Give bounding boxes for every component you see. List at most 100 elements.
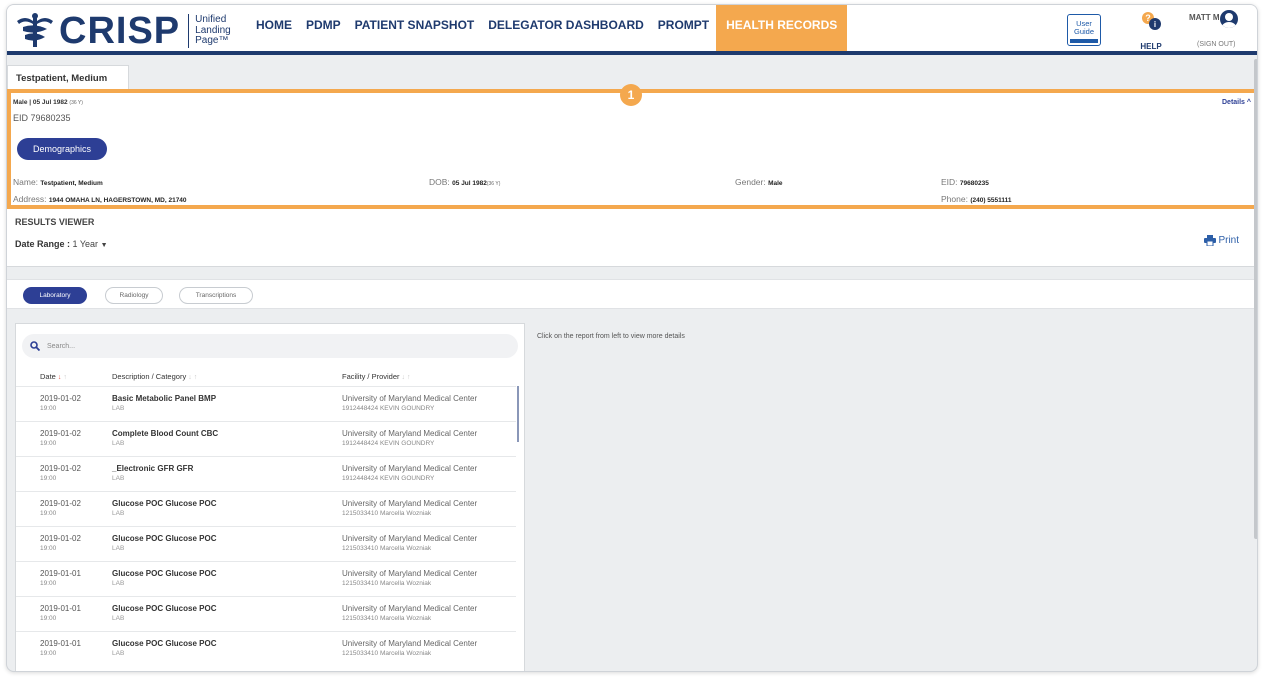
search-placeholder: Search... [47,342,76,350]
list-scrollbar[interactable] [517,386,519,442]
column-description[interactable]: Description / Category ↓ ↑ [112,372,197,381]
nav-pdmp[interactable]: PDMP [299,5,348,51]
help-button[interactable]: ? i HELP [1131,11,1171,51]
date-range-label: Date Range : [15,239,71,249]
row-time: 19:00 [40,545,57,552]
row-provider: 1912448424 KEVIN GOUNDRY [342,440,435,447]
column-description-label: Description / Category [112,372,187,381]
nav-delegator-dashboard[interactable]: DELEGATOR DASHBOARD [481,5,651,51]
results-table-header: Date ↓ ↑ Description / Category ↓ ↑ Facility… [16,369,516,385]
table-row[interactable]: 2019-01-02 19:00 Glucose POC Glucose POC… [16,526,516,561]
tab-radiology[interactable]: Radiology [105,287,163,304]
row-category: LAB [112,580,125,587]
row-provider: 1215033410 Marcella Wozniak [342,580,432,587]
page-scrollbar[interactable] [1254,59,1257,671]
name-label: Name: [13,177,39,187]
row-facility: University of Maryland Medical Center [342,499,478,508]
dob-label: DOB: [429,177,450,187]
logo-text: CRISP [59,10,181,52]
results-list-panel: Search... Date ↓ ↑ Description / Category ↓… [15,323,525,671]
top-navbar: CRISP Unified Landing Page™ HOME PDMP PA… [7,5,1257,55]
gender-label: Gender: [735,177,766,187]
row-date: 2019-01-02 [40,429,81,438]
crisp-logo[interactable]: CRISP Unified Landing Page™ [15,11,235,51]
row-category: LAB [112,405,125,412]
eid-field: EID: 79680235 [941,177,989,187]
caret-down-icon: ▼ [100,242,108,249]
row-time: 19:00 [40,440,57,447]
row-category: LAB [112,615,125,622]
column-facility-label: Facility / Provider [342,372,400,381]
dob-field: DOB: 05 Jul 1982(36 Y) [429,177,500,187]
nav-prompt[interactable]: PROMPT [651,5,716,51]
results-type-tabs: Laboratory Radiology Transcriptions [7,279,1257,309]
summary-eid: EID 79680235 [13,113,71,123]
patient-summary: Male | 05 Jul 1982 (36 Y) [13,99,83,106]
eid-label: EID: [941,177,958,187]
sign-out-link[interactable]: (SIGN OUT) [1197,41,1236,48]
row-facility: University of Maryland Medical Center [342,429,478,438]
table-row[interactable]: 2019-01-02 19:00 Glucose POC Glucose POC… [16,491,516,526]
row-provider: 1912448424 KEVIN GOUNDRY [342,405,435,412]
address-field: Address: 1944 OMAHA LN, HAGERSTOWN, MD, … [13,194,187,204]
row-provider: 1215033410 Marcella Wozniak [342,510,432,517]
printer-icon [1204,235,1217,246]
row-time: 19:00 [40,650,57,657]
demographics-panel: 1 Male | 05 Jul 1982 (36 Y) EID 79680235… [7,84,1257,209]
phone-value: (240) 5551111 [970,197,1012,204]
table-row[interactable]: 2019-01-02 19:00 Complete Blood Count CB… [16,421,516,456]
user-guide-button[interactable]: User Guide [1067,14,1101,46]
eid-value: 79680235 [959,180,989,187]
nav-home[interactable]: HOME [249,5,299,51]
table-row[interactable]: 2019-01-01 19:00 Glucose POC Glucose POC… [16,561,516,596]
tab-transcriptions[interactable]: Transcriptions [179,287,253,304]
row-date: 2019-01-02 [40,394,81,403]
summary-age: (36 Y) [69,100,83,106]
table-row[interactable]: 2019-01-02 19:00 Basic Metabolic Panel B… [16,386,516,421]
print-button[interactable]: Print [1204,235,1239,246]
user-avatar-icon[interactable] [1220,10,1238,28]
summary-gender: Male [13,99,28,106]
row-facility: University of Maryland Medical Center [342,569,478,578]
results-viewer-title: RESULTS VIEWER [15,217,95,227]
name-field: Name: Testpatient, Medium [13,177,103,187]
row-facility: University of Maryland Medical Center [342,639,478,648]
table-row[interactable]: 2019-01-01 19:00 Glucose POC Glucose POC… [16,631,516,666]
row-date: 2019-01-02 [40,464,81,473]
row-time: 19:00 [40,615,57,622]
row-facility: University of Maryland Medical Center [342,534,478,543]
date-range-select[interactable]: Date Range : 1 Year ▼ [15,239,108,249]
search-input[interactable]: Search... [22,334,518,358]
print-label: Print [1218,235,1239,246]
row-description: Glucose POC Glucose POC [112,604,217,613]
sort-up-icon: ↑ [193,374,198,381]
dob-age: (36 Y) [486,181,501,187]
row-date: 2019-01-01 [40,639,81,648]
row-time: 19:00 [40,475,57,482]
patient-tab[interactable]: Testpatient, Medium [7,65,129,90]
row-time: 19:00 [40,580,57,587]
row-category: LAB [112,510,125,517]
logo-divider [188,14,190,48]
nav-health-records[interactable]: HEALTH RECORDS [716,5,848,51]
help-label: HELP [1140,42,1162,51]
phone-field: Phone: (240) 5551111 [941,194,1012,204]
logo-sub-line: Unified [195,14,227,26]
app-window: CRISP Unified Landing Page™ HOME PDMP PA… [6,4,1258,672]
row-date: 2019-01-01 [40,569,81,578]
page-scrollbar-thumb[interactable] [1254,59,1257,539]
demographics-button[interactable]: Demographics [17,138,107,160]
details-toggle[interactable]: Details ^ [1222,99,1251,106]
tab-laboratory[interactable]: Laboratory [23,287,87,304]
gender-field: Gender: Male [735,177,783,187]
column-facility[interactable]: Facility / Provider ↓ ↑ [342,372,411,381]
user-guide-label: Guide [1073,27,1094,36]
table-row[interactable]: 2019-01-01 19:00 Glucose POC Glucose POC… [16,596,516,631]
nav-patient-snapshot[interactable]: PATIENT SNAPSHOT [348,5,482,51]
phone-label: Phone: [941,194,968,204]
row-facility: University of Maryland Medical Center [342,604,478,613]
sort-down-icon: ↓ [401,374,406,381]
table-row[interactable]: 2019-01-02 19:00 _Electronic GFR GFR LAB… [16,456,516,491]
row-description: Glucose POC Glucose POC [112,499,217,508]
column-date[interactable]: Date ↓ ↑ [40,372,67,381]
